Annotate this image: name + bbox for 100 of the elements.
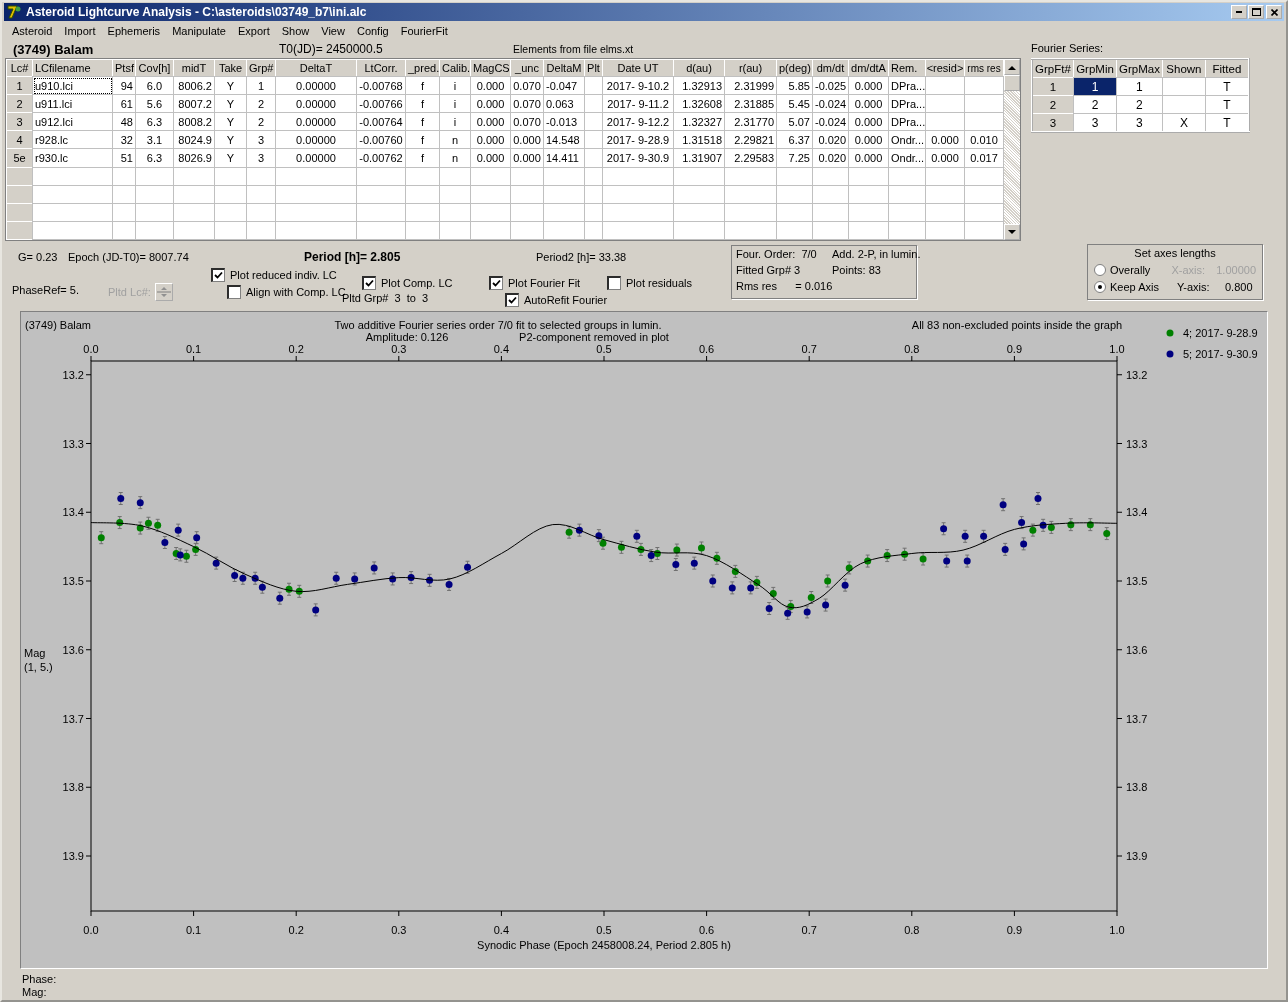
table-cell: 0.010 — [964, 130, 1004, 149]
column-header[interactable]: Take — [214, 59, 247, 77]
x-tick-label: 0.9 — [1006, 343, 1023, 355]
column-header[interactable]: Rem. — [888, 59, 926, 77]
column-header[interactable]: dm/dtA — [848, 59, 889, 77]
table-cell[interactable]: 1 — [1116, 77, 1163, 96]
column-header[interactable]: d(au) — [673, 59, 725, 77]
group-range-label: Pltd Grp# 3 to 3 — [342, 292, 430, 304]
table-cell: 0.070 — [510, 76, 544, 95]
menu-item[interactable]: Show — [275, 24, 316, 37]
column-header[interactable]: Fitted — [1205, 59, 1249, 78]
checkbox[interactable]: AutoRefit Fourier — [505, 292, 607, 307]
table-cell: 1.31907 — [673, 148, 725, 168]
table-cell: Y — [214, 112, 247, 131]
y-tick-label: 13.7 — [62, 712, 84, 725]
column-header[interactable]: r(au) — [724, 59, 777, 77]
column-header[interactable]: GrpMax — [1116, 59, 1163, 78]
table-cell: -0.024 — [812, 112, 849, 131]
column-header[interactable]: Grp# — [246, 59, 276, 77]
fit-info-text: Fitted Grp# 3 — [736, 264, 802, 278]
column-header[interactable]: <resid> — [925, 59, 965, 77]
table-cell: 1.32913 — [673, 76, 725, 95]
column-header[interactable]: dm/dt — [812, 59, 849, 77]
table-cell: f — [405, 148, 440, 168]
column-header[interactable]: p(deg) — [776, 59, 813, 77]
menu-item[interactable]: Import — [58, 24, 102, 37]
column-header[interactable]: Ptsf — [112, 59, 136, 77]
menu-item[interactable]: FourierFit — [394, 24, 454, 37]
table-cell: Ondr... — [888, 148, 926, 168]
column-header[interactable]: Lc# — [6, 59, 33, 77]
table-cell: i — [439, 76, 471, 95]
legend-label: 5; 2017- 9-30.9 — [1183, 348, 1258, 360]
x-tick-label: 0.3 — [391, 924, 407, 936]
column-header[interactable]: _pred. — [405, 59, 440, 77]
table-cell: 2017- 9-28.9 — [602, 130, 674, 149]
column-header[interactable]: LtCorr. — [356, 59, 406, 77]
window-title: Asteroid Lightcurve Analysis - C:\asteroids\03749_b7\ini.alc — [26, 5, 368, 19]
table-cell: 8026.9 — [173, 148, 215, 168]
column-header[interactable]: DeltaT — [275, 59, 357, 77]
column-header[interactable]: Cov[h] — [135, 59, 174, 77]
table-cell: 94 — [112, 76, 136, 95]
menu-item[interactable]: Manipulate — [166, 24, 232, 37]
table-cell: Y — [214, 94, 247, 113]
column-header[interactable]: _unc — [510, 59, 544, 77]
column-header[interactable]: MagCS — [470, 59, 511, 77]
column-header[interactable]: Calib. — [439, 59, 471, 77]
table-cell: Y — [214, 130, 247, 149]
x-tick-label: 0.5 — [596, 343, 612, 355]
table-cell: f — [405, 130, 440, 149]
column-header[interactable]: midT — [173, 59, 215, 77]
fit-info-text: Add. 2-P, in lumin. — [832, 248, 922, 262]
table-cell: n — [439, 148, 471, 168]
table-cell: u912.lci — [32, 112, 113, 131]
table-cell: r928.lc — [32, 130, 113, 149]
column-header[interactable]: GrpMin — [1073, 59, 1117, 78]
table-cell: -0.00764 — [356, 112, 406, 131]
table-cell: 5.85 — [776, 76, 813, 95]
table-cell: 0.00000 — [275, 94, 357, 113]
y-tick-label: 13.9 — [1126, 850, 1148, 862]
table-cell: DPra... — [888, 76, 926, 95]
radio-button[interactable]: Keep Axis — [1094, 280, 1177, 293]
menu-item[interactable]: Asteroid — [6, 24, 59, 37]
column-header[interactable]: rms res — [964, 59, 1004, 77]
column-header[interactable]: DeltaM — [543, 59, 585, 77]
table-cell[interactable]: 2 — [1073, 95, 1117, 114]
table-cell: u911.lci — [32, 94, 113, 113]
table-cell: 2.29821 — [724, 130, 777, 149]
table-cell: 6.0 — [135, 76, 174, 95]
y-tick-label: 13.3 — [1126, 437, 1148, 450]
table-cell: 0.000 — [848, 94, 889, 113]
column-header[interactable]: Date UT — [602, 59, 674, 77]
y-axis-label: Mag — [24, 647, 46, 659]
menu-item[interactable]: Ephemeris — [101, 24, 167, 37]
x-tick-label: 0.6 — [698, 924, 715, 936]
checkbox[interactable]: Plot residuals — [607, 275, 693, 290]
menu-item[interactable]: View — [315, 24, 351, 37]
y-tick-label: 13.8 — [1126, 781, 1148, 794]
checkbox[interactable]: Plot Comp. LC — [362, 275, 489, 290]
column-header[interactable]: LCfilename — [32, 59, 113, 77]
fit-info-text: Rms res = 0.016 — [736, 280, 832, 294]
table-cell: -0.00760 — [356, 130, 406, 149]
table-cell: 0.00000 — [275, 76, 357, 95]
table-cell: 3 — [246, 148, 276, 168]
table-cell: Ondr... — [888, 130, 926, 149]
checkbox[interactable]: Plot reduced indiv. LC — [211, 267, 362, 282]
column-header[interactable]: GrpFt# — [1032, 59, 1074, 78]
table-cell: 0.000 — [848, 112, 889, 131]
group-title: Set axes lengths — [1133, 247, 1217, 261]
table-cell[interactable]: 2 — [1116, 95, 1163, 114]
checkbox[interactable]: Plot Fourier Fit — [489, 275, 607, 290]
column-header[interactable]: Shown — [1162, 59, 1206, 78]
x-tick-label: 0.0 — [83, 924, 99, 936]
y-tick-label: 13.5 — [62, 575, 84, 587]
menu-item[interactable]: Export — [231, 24, 276, 37]
row-header[interactable]: 3 — [1032, 113, 1074, 132]
menu-item[interactable]: Config — [350, 24, 395, 37]
epoch-value: Epoch (JD-T0)= 8007.74 — [68, 251, 190, 263]
mag-label: Mag: — [22, 986, 48, 999]
table-cell: 0.020 — [812, 130, 849, 149]
table-cell: 0.000 — [470, 112, 511, 131]
